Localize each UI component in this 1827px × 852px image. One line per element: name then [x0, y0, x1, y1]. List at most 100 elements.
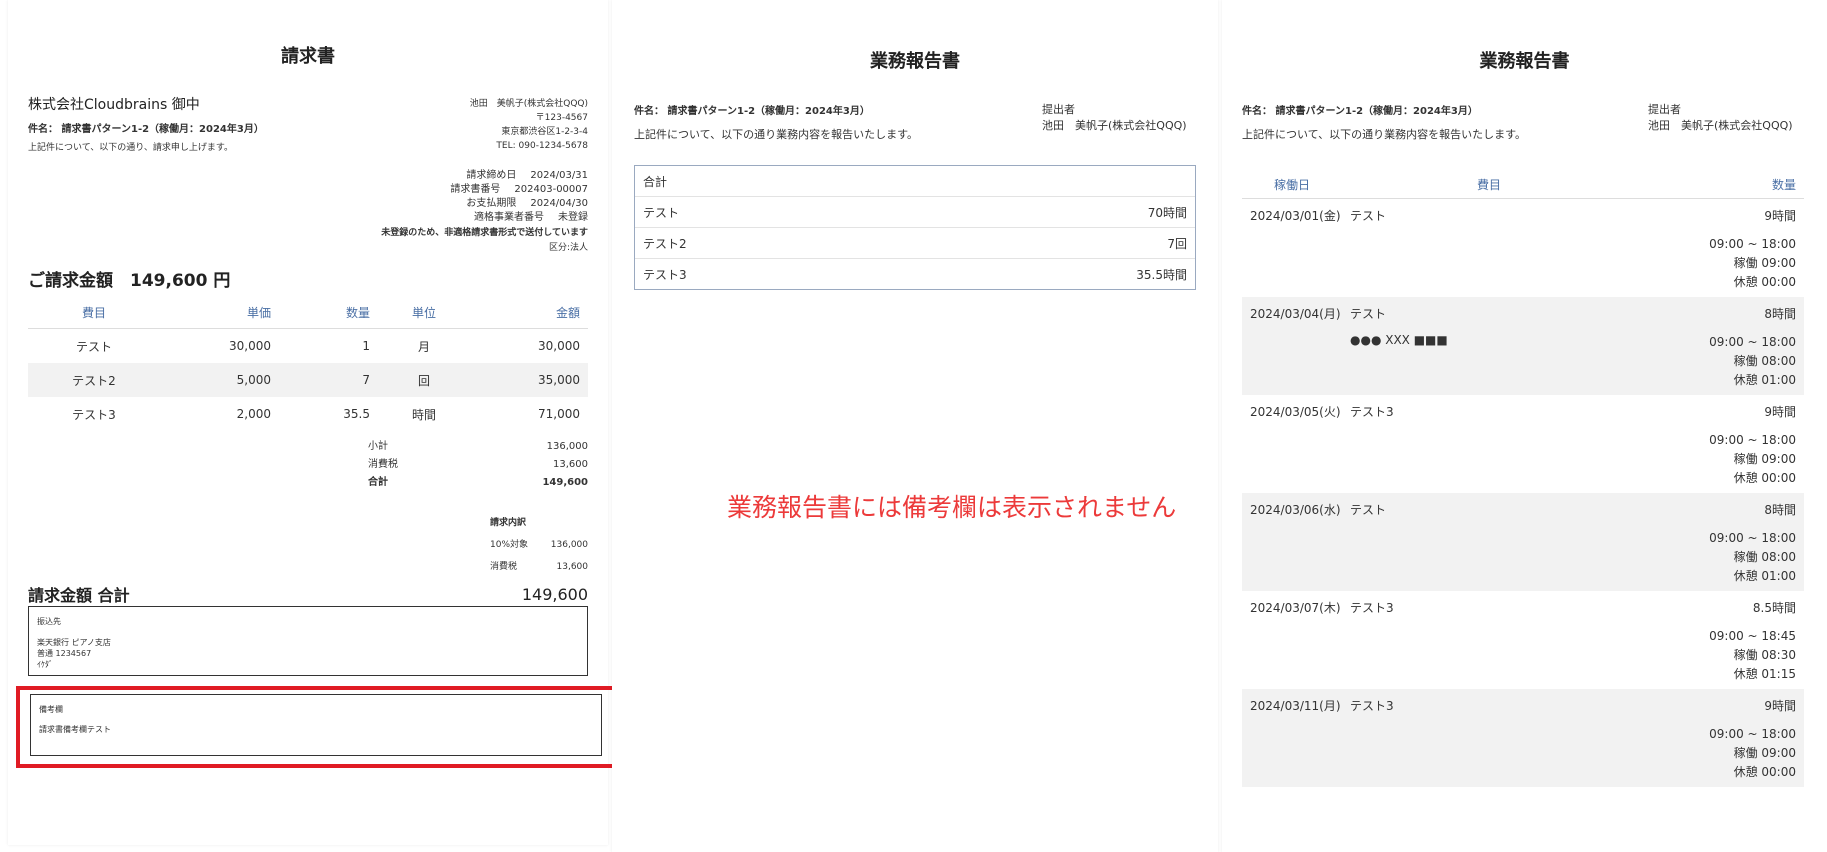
header-item: 費目 — [1477, 178, 1502, 192]
summary-title-label: 合計 — [643, 174, 668, 189]
day-rest: 休憩 01:00 — [1733, 569, 1796, 583]
subtotal-label: 小計 — [368, 441, 388, 452]
day-rest: 休憩 00:00 — [1733, 765, 1796, 779]
day-item: テスト3 — [1350, 405, 1394, 419]
cell-amount: 30,000 — [538, 339, 580, 353]
cell-unit: 月 — [417, 339, 430, 354]
meta-row: 請求締め日 2024/03/31 — [288, 169, 588, 183]
day-hours: 9時間 — [1764, 699, 1796, 713]
day-date: 2024/03/01(金) — [1250, 209, 1341, 223]
invoice-intro: 上記件について、以下の通り、請求申し上げます。 — [28, 143, 234, 153]
non-qualified-notice: 未登録のため、非適格請求書形式で送付しています — [381, 228, 588, 238]
report-title: 業務報告書 — [870, 51, 960, 72]
day-date: 2024/03/05(火) — [1250, 405, 1341, 419]
day-time-details: 09:00 ~ 18:00 稼働 09:00 休憩 00:00 — [1709, 431, 1796, 488]
bank-line: ｲｹﾀﾞ — [37, 660, 53, 669]
header-amount: 金額 — [470, 296, 588, 329]
meta-value: 未登録 — [558, 212, 588, 223]
cell-qty: 1 — [362, 339, 370, 353]
submitter-label: 提出者 — [1648, 103, 1681, 116]
totals-block: 小計 136,000 消費税 13,600 合計 149,600 — [368, 438, 588, 492]
meta-label: 請求締め日 — [466, 170, 517, 181]
issuer-address: 東京都渋谷区1-2-3-4 — [501, 127, 588, 137]
day-row: 2024/03/05(火) テスト3 9時間 09:00 ~ 18:00 稼働 … — [1242, 395, 1804, 493]
cell-unit-price: 2,000 — [236, 407, 271, 421]
issuer-tel: TEL: 090-1234-5678 — [496, 141, 588, 151]
report-subject: 件名： 請求書パターン1-2（稼働月：2024年3月） — [1242, 106, 1478, 117]
bank-info-box: 振込先 楽天銀行 ピアノ支店 普通 1234567 ｲｹﾀﾞ — [28, 606, 588, 676]
day-item: テスト — [1350, 307, 1387, 321]
day-memo: ●●● XXX ■■■ — [1350, 333, 1448, 347]
day-time-range: 09:00 ~ 18:00 — [1709, 237, 1796, 251]
remarks-title: 備考欄 — [39, 705, 63, 714]
day-time-range: 09:00 ~ 18:00 — [1709, 727, 1796, 741]
cell-unit: 回 — [378, 363, 470, 397]
breakdown-10-value: 136,000 — [550, 540, 588, 550]
submitter-name: 池田 美帆子(株式会社QQQ) — [1648, 119, 1793, 132]
issuer-block: 池田 美帆子(株式会社QQQ) 〒123-4567 東京都渋谷区1-2-3-4 … — [328, 97, 588, 153]
table-row: テスト 30,000 1 月 30,000 — [28, 329, 588, 364]
day-item: テスト — [1350, 209, 1387, 223]
table-row: テスト2 5,000 7 回 35,000 — [28, 363, 588, 397]
day-time-range: 09:00 ~ 18:00 — [1709, 531, 1796, 545]
day-rest: 休憩 01:00 — [1733, 373, 1796, 387]
summary-table: 合計 テスト 70時間 テスト2 7回 テスト3 35.5時間 — [634, 165, 1196, 290]
day-work: 稼働 09:00 — [1733, 256, 1796, 270]
day-date: 2024/03/11(月) — [1250, 699, 1341, 713]
day-rest: 休憩 00:00 — [1733, 275, 1796, 289]
breakdown-tax-label: 消費税 — [490, 562, 518, 572]
day-work: 稼働 08:00 — [1733, 354, 1796, 368]
report-title: 業務報告書 — [1479, 51, 1570, 72]
report-subject: 件名： 請求書パターン1-2（稼働月：2024年3月） — [634, 106, 870, 117]
meta-label: 請求書番号 — [450, 184, 501, 195]
summary-row: テスト 70時間 — [635, 196, 1195, 227]
summary-item: テスト — [643, 205, 680, 220]
total-row: 合計 149,600 — [368, 474, 588, 492]
day-item: テスト3 — [1350, 601, 1394, 615]
cell-amount: 71,000 — [538, 407, 580, 421]
summary-title: 合計 — [635, 166, 1195, 196]
issuer-name: 池田 美帆子(株式会社QQQ) — [469, 99, 588, 109]
meta-value: 202403-00007 — [514, 184, 588, 195]
category-label: 区分:法人 — [548, 243, 588, 253]
billing-amount: ご請求金額 149,600 円 — [28, 271, 231, 291]
day-work: 稼働 08:30 — [1733, 648, 1796, 662]
day-work: 稼働 08:00 — [1733, 550, 1796, 564]
report-intro: 上記件について、以下の通り業務内容を報告いたします。 — [1242, 128, 1527, 141]
meta-label: 適格事業者番号 — [474, 212, 544, 223]
day-time-details: 09:00 ~ 18:00 稼働 09:00 休憩 00:00 — [1709, 725, 1796, 782]
total-value: 149,600 — [542, 477, 588, 488]
day-hours: 9時間 — [1764, 209, 1796, 223]
cell-item: テスト3 — [72, 407, 116, 422]
day-rest: 休憩 01:15 — [1733, 667, 1796, 681]
cell-amount: 35,000 — [470, 363, 588, 397]
report-daily-page: 業務報告書 件名： 請求書パターン1-2（稼働月：2024年3月） 上記件につい… — [1222, 0, 1827, 852]
day-time-range: 09:00 ~ 18:00 — [1709, 335, 1796, 349]
day-date: 2024/03/06(水) — [1250, 503, 1341, 517]
tax-label: 消費税 — [368, 459, 398, 470]
day-row: 2024/03/06(水) テスト 8時間 09:00 ~ 18:00 稼働 0… — [1242, 493, 1804, 591]
report-intro: 上記件について、以下の通り業務内容を報告いたします。 — [634, 128, 919, 141]
grand-total-row: 請求金額 合計 149,600 — [28, 582, 588, 606]
summary-value: 35.5時間 — [1136, 267, 1187, 282]
day-time-range: 09:00 ~ 18:45 — [1709, 629, 1796, 643]
cell-unit: 時間 — [411, 407, 436, 422]
submitter-block: 提出者 池田 美帆子(株式会社QQQ) — [1042, 102, 1187, 134]
summary-item: テスト3 — [643, 267, 687, 282]
day-item: テスト — [1350, 503, 1387, 517]
meta-label: お支払期限 — [466, 198, 517, 209]
invoice-subject: 件名： 請求書パターン1-2（稼働月：2024年3月） — [28, 124, 264, 135]
day-row: 2024/03/04(月) テスト ●●● XXX ■■■ 8時間 09:00 … — [1242, 297, 1804, 395]
remarks-notice: 業務報告書には備考欄は表示されません — [727, 493, 1177, 522]
breakdown-title: 請求内訳 — [490, 518, 527, 528]
day-hours: 8.5時間 — [1752, 601, 1796, 615]
day-work: 稼働 09:00 — [1733, 452, 1796, 466]
day-time-range: 09:00 ~ 18:00 — [1709, 433, 1796, 447]
cell-item: テスト — [75, 339, 112, 354]
meta-row: 適格事業者番号 未登録 — [288, 211, 588, 225]
submitter-label: 提出者 — [1042, 103, 1075, 116]
day-time-details: 09:00 ~ 18:00 稼働 08:00 休憩 01:00 — [1709, 333, 1796, 390]
day-hours: 8時間 — [1764, 503, 1796, 517]
cell-unit-price: 5,000 — [160, 363, 279, 397]
meta-row: お支払期限 2024/04/30 — [288, 197, 588, 211]
